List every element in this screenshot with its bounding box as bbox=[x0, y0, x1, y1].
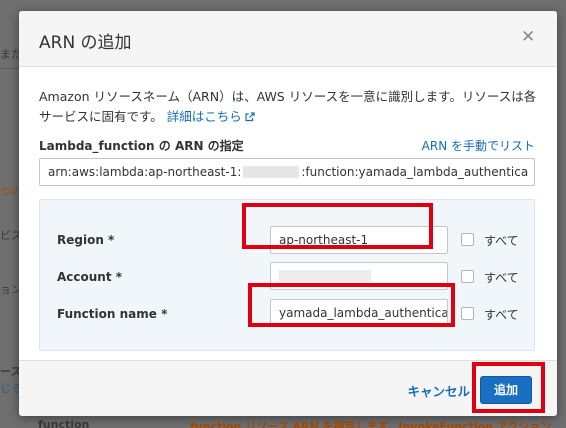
bg-divider bbox=[0, 68, 19, 69]
description-text: Amazon リソースネーム（ARN）は、AWS リソースを一意に識別します。リ… bbox=[39, 89, 537, 124]
redacted-account bbox=[243, 166, 300, 178]
region-all-checkbox[interactable] bbox=[461, 233, 474, 246]
account-label: Account * bbox=[57, 270, 123, 284]
region-label: Region * bbox=[57, 233, 115, 247]
dialog-title: ARN の追加 bbox=[39, 33, 132, 53]
dialog-header: ARN の追加 ✕ bbox=[19, 11, 557, 67]
details-link[interactable]: 詳細はこちら bbox=[167, 109, 255, 124]
account-input[interactable] bbox=[270, 262, 448, 290]
details-link-label: 詳細はこちら bbox=[166, 109, 242, 124]
region-input[interactable]: ap-northeast-1 bbox=[270, 226, 448, 254]
close-icon[interactable]: ✕ bbox=[521, 29, 535, 46]
dialog-footer: キャンセル 追加 bbox=[19, 360, 557, 416]
function-name-input[interactable]: yamada_lambda_authenticat bbox=[270, 299, 448, 327]
function-name-label: Function name * bbox=[57, 307, 168, 321]
arn-suffix: :function:yamada_lambda_authentica bbox=[301, 165, 529, 179]
arn-field[interactable]: arn:aws:lambda:ap-northeast-1: :function:… bbox=[39, 158, 535, 186]
arn-parts-panel: Region * ap-northeast-1 すべて Account * すべ… bbox=[39, 199, 535, 351]
manual-arn-link[interactable]: ARN を手動でリスト bbox=[422, 137, 535, 154]
function-all-label: すべて bbox=[484, 308, 519, 322]
external-link-icon bbox=[245, 112, 255, 122]
arn-section-label: Lambda_function の ARN の指定 bbox=[39, 139, 244, 153]
region-all-label: すべて bbox=[484, 234, 519, 248]
cancel-button[interactable]: キャンセル bbox=[407, 381, 470, 400]
bg-text-8: function リソース ARN を指定します。InvokeFunction … bbox=[190, 420, 552, 428]
arn-prefix: arn:aws:lambda:ap-northeast-1: bbox=[48, 165, 242, 179]
account-all-checkbox[interactable] bbox=[461, 270, 474, 283]
function-all-checkbox[interactable] bbox=[461, 307, 474, 320]
bg-text-7: function bbox=[38, 418, 90, 428]
redacted-account-value bbox=[279, 270, 371, 282]
add-arn-dialog: ARN の追加 ✕ Amazon リソースネーム（ARN）は、AWS リソースを… bbox=[19, 11, 557, 416]
dialog-description: Amazon リソースネーム（ARN）は、AWS リソースを一意に識別します。リ… bbox=[39, 87, 539, 127]
add-button[interactable]: 追加 bbox=[480, 376, 532, 404]
account-all-label: すべて bbox=[484, 271, 519, 285]
